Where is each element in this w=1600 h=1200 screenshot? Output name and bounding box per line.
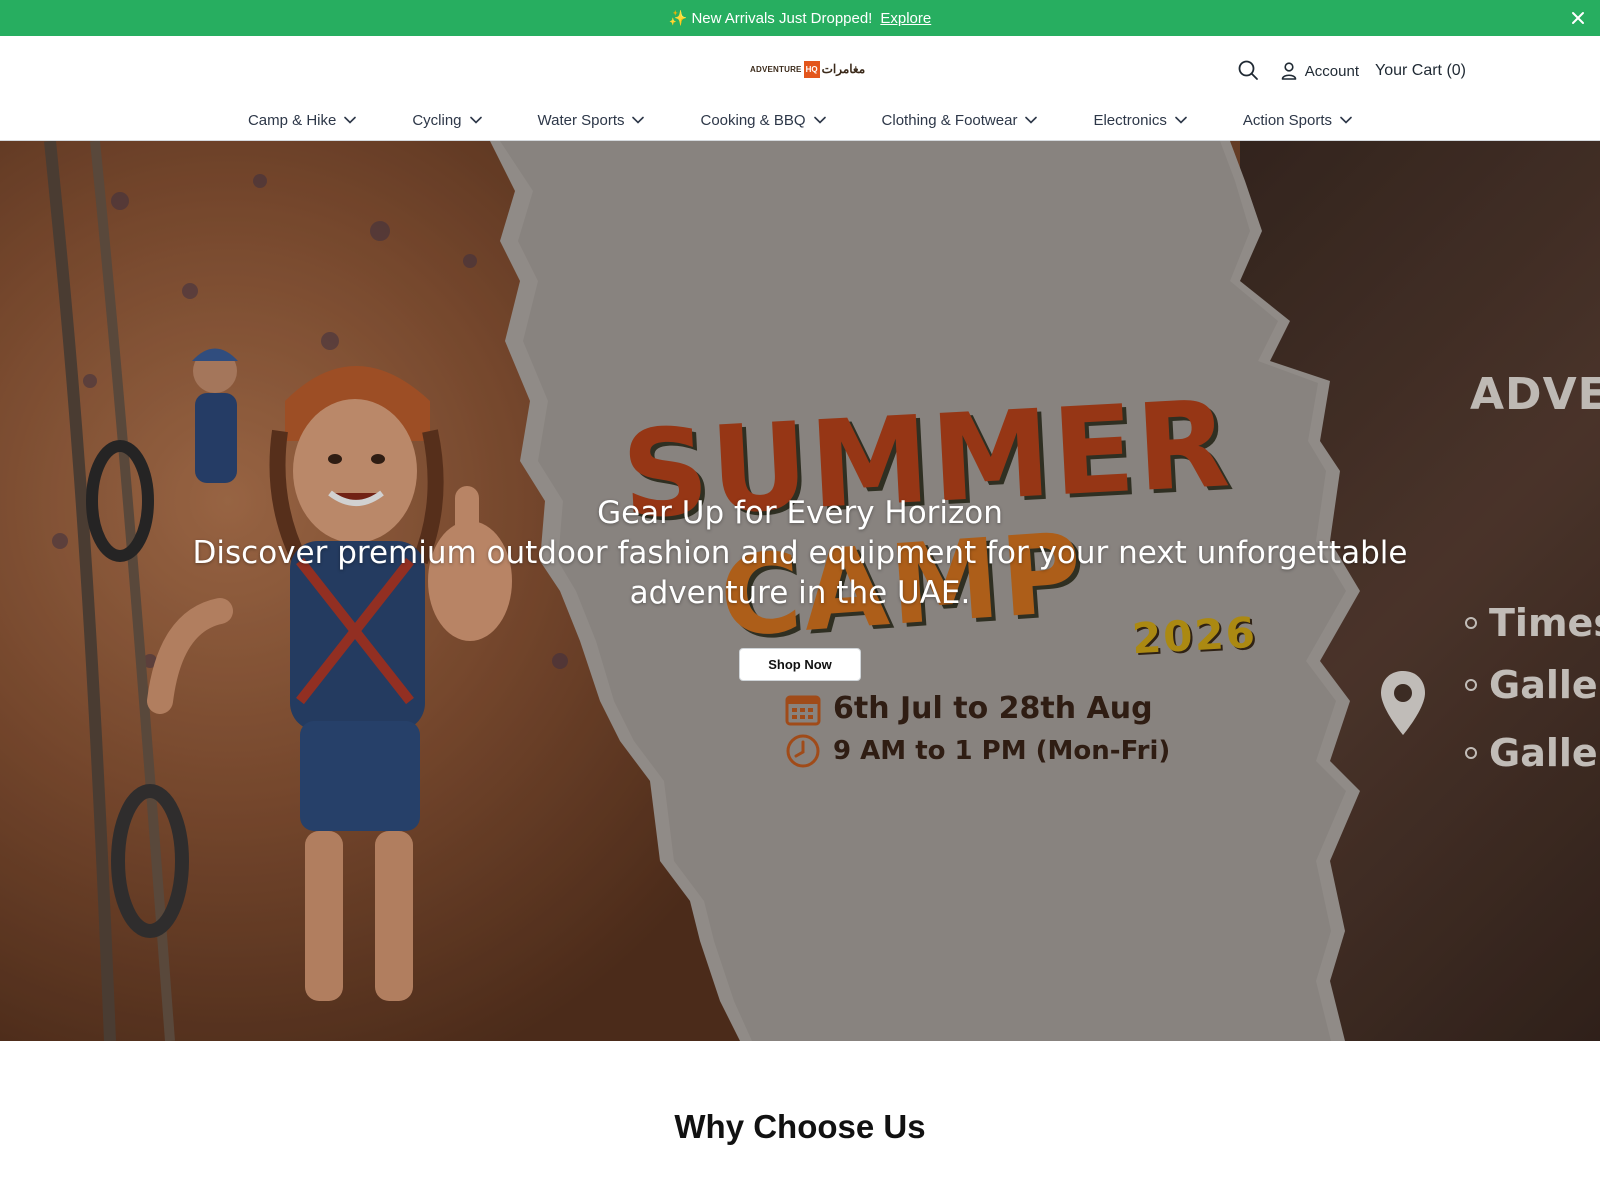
hero-banner: SUMMER CAMP 2026 6th Jul to 28th Aug 9 A… [0,141,1600,1041]
nav-item-label: Cooking & BBQ [700,111,806,129]
why-choose-us-heading: Why Choose Us [674,1108,926,1145]
site-logo[interactable]: ADVENTURE HQ مغامرات [750,58,865,80]
nav-item-action-sports[interactable]: Action Sports [1243,112,1352,129]
user-icon [1281,62,1297,80]
nav-item-label: Clothing & Footwear [881,111,1018,129]
nav-item-label: Electronics [1093,111,1167,129]
nav-item-cooking-bbq[interactable]: Cooking & BBQ [700,111,826,129]
nav-item-label: Camp & Hike [247,111,337,129]
logo-text-ar: مغامرات [821,62,866,76]
chevron-down-icon [469,116,482,124]
header-actions: Account Your Cart (0) [1237,56,1466,86]
nav-item-label: Water Sports [537,111,625,129]
search-icon[interactable] [1237,59,1261,83]
chevron-down-icon [1175,116,1187,124]
nav-item-electronics[interactable]: Electronics [1093,111,1187,129]
nav-item-clothing-footwear[interactable]: Clothing & Footwear [882,112,1038,129]
logo-text-en: ADVENTURE [750,64,802,74]
chevron-down-icon [632,116,645,124]
announcement-text: New Arrivals Just Dropped! [691,9,873,27]
announcement-bar: ✨ New Arrivals Just Dropped! Explore [0,0,1600,36]
nav-item-label: Action Sports [1242,111,1333,129]
nav-item-label: Cycling [412,111,462,129]
logo-badge: HQ [803,60,820,78]
chevron-down-icon [813,116,826,124]
hero-subtitle: Discover premium outdoor fashion and equ… [192,535,1408,611]
main-nav: Camp & Hike Cycling Water Sports Cooking… [0,104,1600,136]
nav-item-cycling[interactable]: Cycling [412,111,482,129]
hero-title: Gear Up for Every Horizon [597,495,1003,531]
chevron-down-icon [344,116,357,124]
explore-link[interactable]: Explore [880,10,931,27]
account-link[interactable]: Account [1281,62,1359,80]
chevron-down-icon [1340,116,1352,124]
cart-link[interactable]: Your Cart (0) [1375,62,1466,80]
nav-item-water-sports[interactable]: Water Sports [538,112,645,129]
close-icon[interactable] [1568,8,1588,28]
site-header: ADVENTURE HQ مغامرات Account Your Cart (… [0,36,1600,141]
chevron-down-icon [1025,116,1038,124]
shop-now-button[interactable]: Shop Now [739,648,861,681]
nav-item-camp-hike[interactable]: Camp & Hike [247,111,357,129]
hero-copy: Gear Up for Every Horizon Discover premi… [0,493,1600,613]
sparkles-icon: ✨ [668,10,688,27]
account-label: Account [1304,62,1359,80]
